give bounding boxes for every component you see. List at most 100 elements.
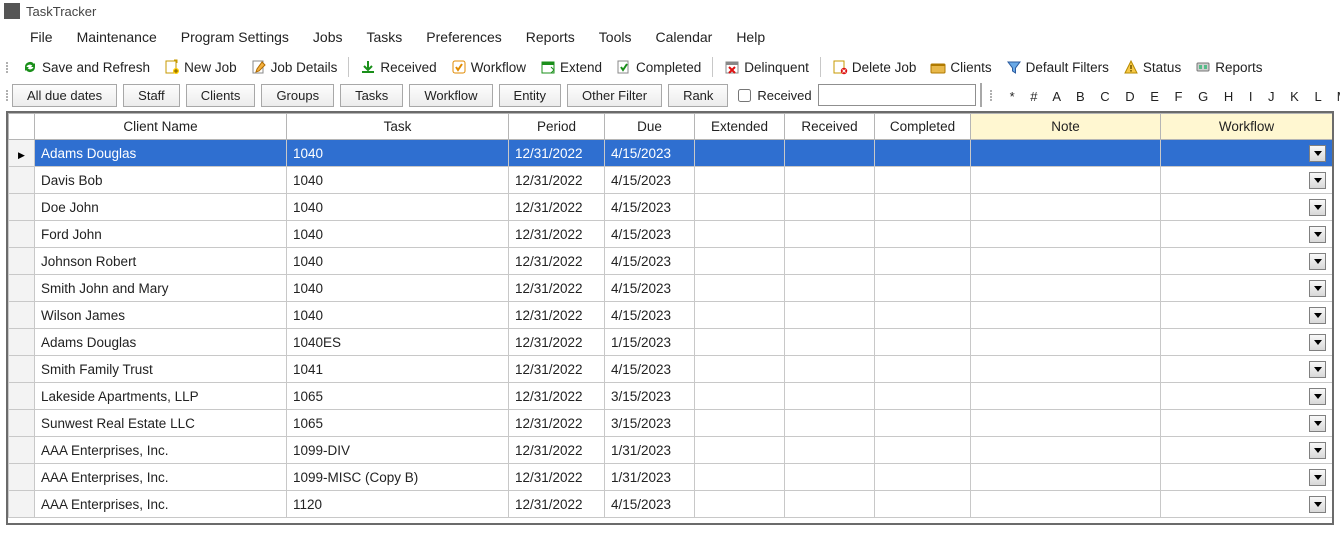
- cell-task[interactable]: 1065: [287, 410, 509, 437]
- col-client-name[interactable]: Client Name: [35, 114, 287, 140]
- cell-period[interactable]: 12/31/2022: [509, 329, 605, 356]
- cell-period[interactable]: 12/31/2022: [509, 194, 605, 221]
- workflow-dropdown-button[interactable]: [1309, 442, 1326, 459]
- cell-task[interactable]: 1065: [287, 383, 509, 410]
- cell-completed[interactable]: [875, 410, 971, 437]
- cell-task[interactable]: 1040: [287, 221, 509, 248]
- workflow-dropdown-button[interactable]: [1309, 307, 1326, 324]
- cell-workflow[interactable]: [1161, 221, 1333, 248]
- cell-completed[interactable]: [875, 248, 971, 275]
- table-row[interactable]: Wilson James104012/31/20224/15/2023: [9, 302, 1335, 329]
- cell-received[interactable]: [785, 194, 875, 221]
- filter-other-filter[interactable]: Other Filter: [567, 84, 662, 107]
- cell-note[interactable]: [971, 383, 1161, 410]
- cell-received[interactable]: [785, 383, 875, 410]
- cell-completed[interactable]: [875, 194, 971, 221]
- row-indicator[interactable]: [9, 140, 35, 167]
- workflow-dropdown-button[interactable]: [1309, 145, 1326, 162]
- cell-due[interactable]: 4/15/2023: [605, 167, 695, 194]
- cell-extended[interactable]: [695, 410, 785, 437]
- workflow-dropdown-button[interactable]: [1309, 280, 1326, 297]
- cell-received[interactable]: [785, 221, 875, 248]
- cell-due[interactable]: 4/15/2023: [605, 194, 695, 221]
- cell-due[interactable]: 3/15/2023: [605, 410, 695, 437]
- cell-extended[interactable]: [695, 221, 785, 248]
- col-edge[interactable]: [1333, 114, 1335, 140]
- cell-received[interactable]: [785, 356, 875, 383]
- cell-workflow[interactable]: [1161, 302, 1333, 329]
- cell-task[interactable]: 1041: [287, 356, 509, 383]
- cell-due[interactable]: 4/15/2023: [605, 491, 695, 518]
- cell-completed[interactable]: [875, 275, 971, 302]
- cell-completed[interactable]: [875, 302, 971, 329]
- row-indicator[interactable]: [9, 356, 35, 383]
- table-row[interactable]: AAA Enterprises, Inc.1099-MISC (Copy B)1…: [9, 464, 1335, 491]
- search-input[interactable]: [818, 84, 976, 106]
- cell-due[interactable]: 4/15/2023: [605, 221, 695, 248]
- cell-period[interactable]: 12/31/2022: [509, 383, 605, 410]
- cell-client[interactable]: Wilson James: [35, 302, 287, 329]
- table-row[interactable]: Sunwest Real Estate LLC106512/31/20223/1…: [9, 410, 1335, 437]
- cell-extended[interactable]: [695, 383, 785, 410]
- default-filters-button[interactable]: Default Filters: [1000, 57, 1115, 77]
- cell-note[interactable]: [971, 302, 1161, 329]
- job-details-button[interactable]: Job Details: [245, 57, 344, 77]
- row-indicator[interactable]: [9, 383, 35, 410]
- task-grid[interactable]: Client NameTaskPeriodDueExtendedReceived…: [6, 111, 1334, 525]
- col-extended[interactable]: Extended: [695, 114, 785, 140]
- extend-button[interactable]: Extend: [534, 57, 608, 77]
- menu-tools[interactable]: Tools: [587, 25, 644, 49]
- cell-workflow[interactable]: [1161, 248, 1333, 275]
- row-indicator[interactable]: [9, 194, 35, 221]
- cell-client[interactable]: AAA Enterprises, Inc.: [35, 491, 287, 518]
- cell-extended[interactable]: [695, 194, 785, 221]
- table-row[interactable]: Smith John and Mary104012/31/20224/15/20…: [9, 275, 1335, 302]
- cell-task[interactable]: 1120: [287, 491, 509, 518]
- menu-program-settings[interactable]: Program Settings: [169, 25, 301, 49]
- menu-jobs[interactable]: Jobs: [301, 25, 355, 49]
- cell-period[interactable]: 12/31/2022: [509, 248, 605, 275]
- cell-period[interactable]: 12/31/2022: [509, 275, 605, 302]
- cell-client[interactable]: Lakeside Apartments, LLP: [35, 383, 287, 410]
- menu-reports[interactable]: Reports: [514, 25, 587, 49]
- workflow-dropdown-button[interactable]: [1309, 334, 1326, 351]
- search-button[interactable]: [980, 83, 982, 107]
- cell-due[interactable]: 4/15/2023: [605, 140, 695, 167]
- cell-period[interactable]: 12/31/2022: [509, 410, 605, 437]
- cell-note[interactable]: [971, 248, 1161, 275]
- col-rowselector[interactable]: [9, 114, 35, 140]
- cell-due[interactable]: 4/15/2023: [605, 275, 695, 302]
- menu-maintenance[interactable]: Maintenance: [65, 25, 169, 49]
- workflow-dropdown-button[interactable]: [1309, 253, 1326, 270]
- row-indicator[interactable]: [9, 329, 35, 356]
- cell-workflow[interactable]: [1161, 167, 1333, 194]
- cell-note[interactable]: [971, 194, 1161, 221]
- cell-workflow[interactable]: [1161, 275, 1333, 302]
- row-indicator[interactable]: [9, 221, 35, 248]
- cell-client[interactable]: Smith John and Mary: [35, 275, 287, 302]
- cell-received[interactable]: [785, 302, 875, 329]
- row-indicator[interactable]: [9, 167, 35, 194]
- cell-client[interactable]: Adams Douglas: [35, 329, 287, 356]
- cell-period[interactable]: 12/31/2022: [509, 221, 605, 248]
- cell-note[interactable]: [971, 221, 1161, 248]
- reports-button[interactable]: Reports: [1189, 57, 1268, 77]
- cell-completed[interactable]: [875, 383, 971, 410]
- menu-help[interactable]: Help: [724, 25, 777, 49]
- filter-workflow[interactable]: Workflow: [409, 84, 492, 107]
- save-refresh-button[interactable]: Save and Refresh: [16, 57, 156, 77]
- menu-file[interactable]: File: [18, 25, 65, 49]
- cell-period[interactable]: 12/31/2022: [509, 167, 605, 194]
- cell-client[interactable]: AAA Enterprises, Inc.: [35, 437, 287, 464]
- cell-extended[interactable]: [695, 437, 785, 464]
- alpha-filter[interactable]: * # A B C D E F G H I J K L M: [1010, 87, 1340, 104]
- cell-period[interactable]: 12/31/2022: [509, 464, 605, 491]
- cell-note[interactable]: [971, 464, 1161, 491]
- cell-client[interactable]: Sunwest Real Estate LLC: [35, 410, 287, 437]
- workflow-dropdown-button[interactable]: [1309, 415, 1326, 432]
- filter-tasks[interactable]: Tasks: [340, 84, 403, 107]
- table-row[interactable]: Lakeside Apartments, LLP106512/31/20223/…: [9, 383, 1335, 410]
- cell-extended[interactable]: [695, 329, 785, 356]
- cell-extended[interactable]: [695, 356, 785, 383]
- clients-button[interactable]: Clients: [924, 57, 997, 77]
